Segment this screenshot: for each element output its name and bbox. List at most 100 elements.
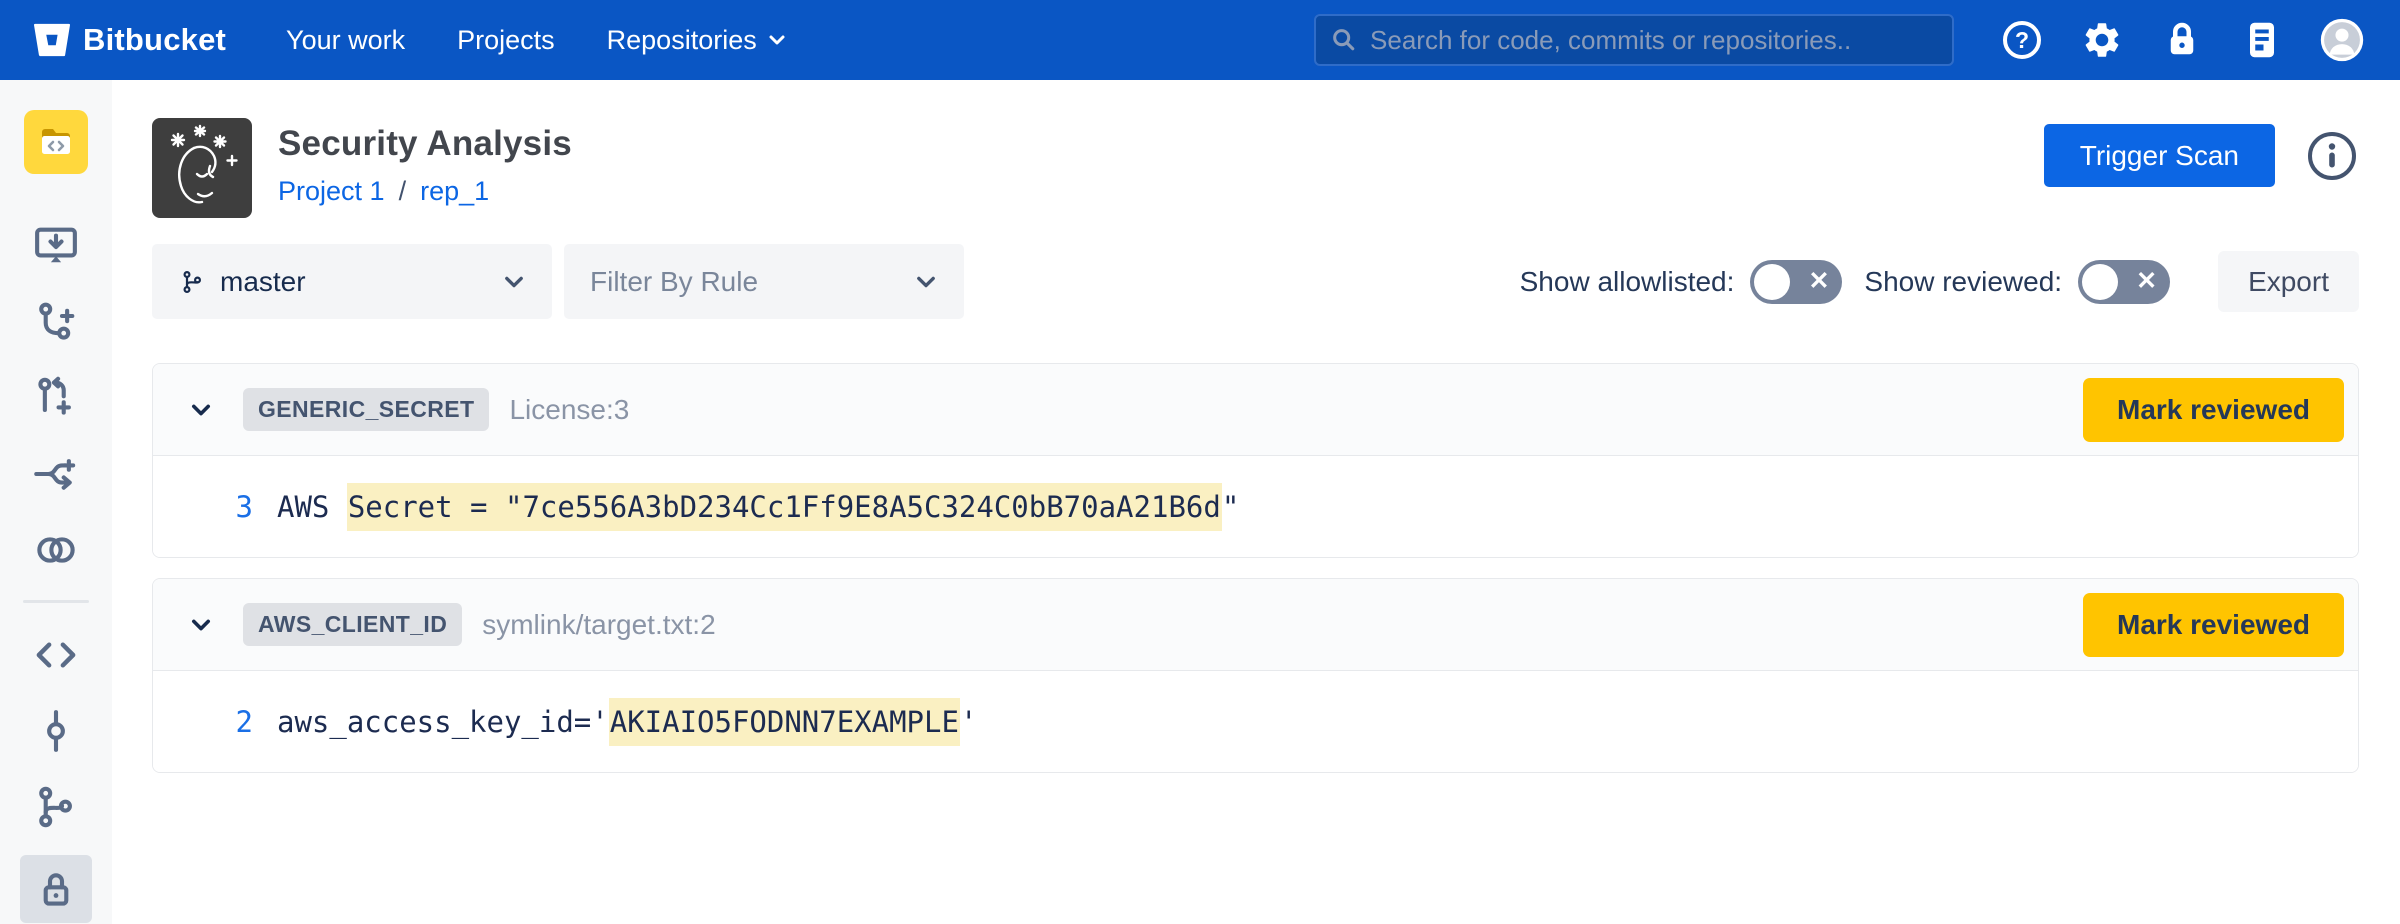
finding-card: GENERIC_SECRET License:3 Mark reviewed 3…	[152, 363, 2359, 558]
breadcrumb-repo-link[interactable]: rep_1	[420, 176, 489, 207]
collapse-toggle[interactable]	[181, 390, 221, 430]
sidebar-item-workflow[interactable]	[28, 446, 84, 502]
branch-selector[interactable]: master	[152, 244, 552, 319]
sidebar-item-compare[interactable]	[28, 522, 84, 578]
sidebar-shortcut-group	[28, 218, 84, 578]
profile-menu-button[interactable]	[2320, 18, 2364, 62]
feedback-icon	[2241, 19, 2283, 61]
mark-reviewed-button[interactable]: Mark reviewed	[2083, 593, 2344, 657]
chevron-down-icon	[189, 398, 213, 422]
rule-filter-selector[interactable]: Filter By Rule	[564, 244, 964, 319]
filter-toggles: Show allowlisted: ✕ Show reviewed: ✕ Exp…	[1520, 251, 2359, 312]
branch-selector-value: master	[220, 266, 306, 298]
finding-card: AWS_CLIENT_ID symlink/target.txt:2 Mark …	[152, 578, 2359, 773]
help-icon: ?	[2001, 19, 2043, 61]
title-block: Security Analysis Project 1 / rep_1	[278, 118, 572, 207]
search-input[interactable]	[1370, 25, 1938, 56]
create-pr-icon	[32, 374, 80, 422]
breadcrumb-separator: /	[399, 176, 407, 207]
page-header: Security Analysis Project 1 / rep_1 Trig…	[152, 118, 2359, 218]
workflow-icon	[32, 450, 80, 498]
face-illustration	[152, 118, 252, 218]
nav-your-work[interactable]: Your work	[286, 25, 405, 56]
top-nav-menu: Your work Projects Repositories	[286, 25, 787, 56]
main-content: Security Analysis Project 1 / rep_1 Trig…	[112, 80, 2400, 924]
code-prefix: AWS	[277, 490, 347, 524]
user-avatar	[2320, 13, 2364, 67]
page-title: Security Analysis	[278, 124, 572, 164]
chevron-down-icon	[914, 270, 938, 294]
chevron-down-icon	[767, 30, 787, 50]
sidebar-item-commits[interactable]	[28, 703, 84, 759]
rule-badge: AWS_CLIENT_ID	[243, 603, 462, 646]
breadcrumb: Project 1 / rep_1	[278, 176, 572, 207]
sidebar-item-branches[interactable]	[28, 779, 84, 835]
bitbucket-logo-icon	[34, 22, 70, 58]
create-branch-icon	[32, 298, 80, 346]
commits-icon	[32, 707, 80, 755]
branch-icon	[178, 268, 206, 296]
show-allowlisted-toggle[interactable]: ✕	[1750, 260, 1842, 304]
toggle-knob	[1754, 264, 1790, 300]
clone-icon	[32, 222, 80, 270]
trigger-scan-button[interactable]: Trigger Scan	[2044, 124, 2275, 187]
chevron-down-icon	[502, 270, 526, 294]
code-prefix: aws_access_key_id='	[277, 705, 609, 739]
finding-location: symlink/target.txt:2	[482, 609, 715, 641]
compare-icon	[32, 526, 80, 574]
sidebar-item-create-pull-request[interactable]	[28, 370, 84, 426]
sidebar-item-security[interactable]	[20, 855, 92, 923]
rule-badge: GENERIC_SECRET	[243, 388, 489, 431]
toggle-knob	[2082, 264, 2118, 300]
code-line-number[interactable]: 2	[153, 705, 253, 739]
top-navigation-bar: Bitbucket Your work Projects Repositorie…	[0, 0, 2400, 80]
sidebar-item-create-branch[interactable]	[28, 294, 84, 350]
breadcrumb-project-link[interactable]: Project 1	[278, 176, 385, 207]
finding-card-header: GENERIC_SECRET License:3 Mark reviewed	[153, 364, 2358, 456]
code-suffix: "	[1222, 490, 1239, 524]
security-lock-button[interactable]	[2160, 18, 2204, 62]
rule-filter-placeholder: Filter By Rule	[590, 266, 758, 298]
show-allowlisted-label: Show allowlisted:	[1520, 266, 1735, 298]
toggle-x-icon: ✕	[1808, 265, 1829, 295]
code-line: AWS Secret = "7ce556A3bD234Cc1Ff9E8A5C32…	[277, 490, 1239, 524]
sidebar-item-source[interactable]	[28, 627, 84, 683]
finding-code-row: 2 aws_access_key_id='AKIAIO5FODNN7EXAMPL…	[153, 671, 2358, 772]
secret-highlight: AKIAIO5FODNN7EXAMPLE	[609, 698, 960, 746]
secret-highlight: Secret = "7ce556A3bD234Cc1Ff9E8A5C324C0b…	[347, 483, 1222, 531]
source-code-icon	[32, 631, 80, 679]
nav-repositories[interactable]: Repositories	[607, 25, 787, 56]
finding-location: License:3	[509, 394, 629, 426]
code-line-number[interactable]: 3	[153, 490, 253, 524]
topbar-icon-group: ?	[2000, 18, 2364, 62]
show-reviewed-label: Show reviewed:	[1864, 266, 2062, 298]
toggle-x-icon: ✕	[2136, 265, 2157, 295]
mark-reviewed-button[interactable]: Mark reviewed	[2083, 378, 2344, 442]
nav-projects[interactable]: Projects	[457, 25, 555, 56]
svg-text:?: ?	[2015, 27, 2029, 53]
lock-icon	[2161, 19, 2203, 61]
help-button[interactable]: ?	[2000, 18, 2044, 62]
brand-name: Bitbucket	[83, 22, 226, 58]
filter-toolbar: master Filter By Rule Show allowlisted: …	[152, 244, 2359, 319]
sidebar-item-repo-avatar[interactable]	[24, 110, 88, 174]
sidebar-divider	[23, 600, 89, 603]
chevron-down-icon	[189, 613, 213, 637]
show-reviewed-toggle[interactable]: ✕	[2078, 260, 2170, 304]
collapse-toggle[interactable]	[181, 605, 221, 645]
header-actions: Trigger Scan	[2044, 124, 2359, 187]
export-button[interactable]: Export	[2218, 251, 2359, 312]
sidebar-item-clone[interactable]	[28, 218, 84, 274]
code-line: aws_access_key_id='AKIAIO5FODNN7EXAMPLE'	[277, 705, 977, 739]
info-icon[interactable]	[2305, 129, 2359, 183]
global-search[interactable]	[1314, 14, 1954, 66]
repository-avatar-image	[152, 118, 252, 218]
feedback-button[interactable]	[2240, 18, 2284, 62]
security-lock-icon	[32, 865, 80, 913]
repository-sidebar	[0, 80, 112, 924]
search-icon	[1330, 25, 1358, 55]
settings-button[interactable]	[2080, 18, 2124, 62]
bitbucket-home-link[interactable]: Bitbucket	[34, 22, 226, 58]
repository-folder-icon	[36, 122, 76, 162]
settings-gear-icon	[2081, 19, 2123, 61]
